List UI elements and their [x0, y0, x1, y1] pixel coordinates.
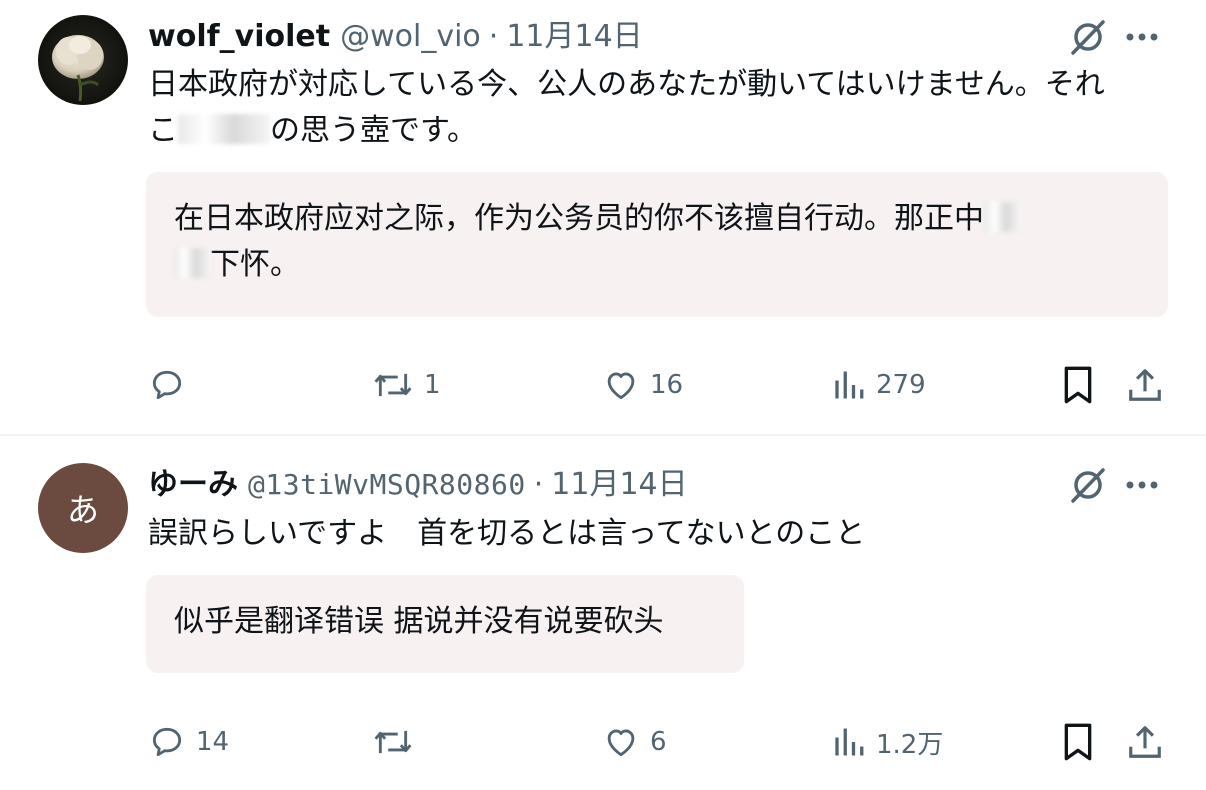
post-text-fragment: こ — [148, 113, 178, 148]
like-count: 6 — [650, 727, 667, 757]
post-header: wolf_violet @wol_vio · 11月14日 — [148, 15, 643, 59]
separator: · — [533, 467, 544, 502]
translation-line: 下怀。 — [174, 242, 1140, 288]
redacted-text — [174, 248, 210, 278]
post-header: ゆーみ @13tiWvMSQR80860 · 11月14日 — [148, 463, 688, 507]
post-date[interactable]: 11月14日 — [506, 15, 642, 59]
repost-icon — [374, 373, 412, 397]
heart-icon — [607, 729, 635, 757]
post: wolf_violet @wol_vio · 11月14日 日本政府が対応してい… — [0, 0, 1206, 435]
more-icon[interactable] — [1120, 15, 1164, 59]
repost-icon — [374, 730, 412, 754]
grok-icon[interactable] — [1064, 15, 1112, 59]
reply-icon — [152, 370, 182, 400]
share-icon — [1129, 369, 1161, 401]
bookmark-button[interactable] — [1060, 717, 1096, 767]
user-handle[interactable]: @wol_vio — [340, 15, 481, 59]
post-text: 日本政府が対応している今、公人のあなたが動いてはいけません。それ こ の思う壺です… — [148, 62, 1178, 154]
separator: · — [488, 19, 499, 54]
action-bar: 1 16 279 — [0, 360, 1206, 410]
view-count: 279 — [876, 370, 926, 400]
repost-button[interactable] — [372, 717, 424, 767]
display-name[interactable]: wolf_violet — [148, 15, 330, 59]
translation-box: 在日本政府应对之际，作为公务员的你不该擅自行动。那正中 下怀。 — [146, 172, 1168, 317]
heart-icon — [607, 372, 635, 400]
redacted-text — [984, 202, 1020, 232]
reply-count: 14 — [196, 727, 230, 757]
share-button[interactable] — [1126, 717, 1164, 767]
translation-fragment: 下怀。 — [210, 247, 300, 282]
bar-chart-icon — [835, 371, 864, 399]
post-text-line: こ の思う壺です。 — [148, 108, 1178, 154]
reply-button[interactable]: 14 — [148, 717, 229, 767]
translation-box: 似乎是翻译错误 据说并没有说要砍头 — [146, 575, 744, 673]
share-button[interactable] — [1126, 360, 1164, 410]
translation-line: 在日本政府应对之际，作为公务员的你不该擅自行动。那正中 — [174, 196, 1140, 242]
views-button[interactable]: 279 — [832, 360, 926, 410]
reply-button[interactable] — [148, 360, 196, 410]
bookmark-icon — [1064, 366, 1092, 404]
share-icon — [1129, 726, 1161, 758]
bookmark-button[interactable] — [1060, 360, 1096, 410]
repost-button[interactable]: 1 — [372, 360, 441, 410]
display-name[interactable]: ゆーみ — [148, 463, 238, 507]
bar-chart-icon — [835, 728, 864, 756]
action-bar: 14 6 1.2万 — [0, 717, 1206, 767]
grok-icon[interactable] — [1064, 463, 1112, 507]
rose-photo — [38, 15, 128, 105]
redacted-text — [178, 114, 270, 144]
post-text-line: 日本政府が対応している今、公人のあなたが動いてはいけません。それ — [148, 67, 1105, 102]
user-handle[interactable]: @13tiWvMSQR80860 — [248, 463, 526, 507]
post-date[interactable]: 11月14日 — [551, 463, 687, 507]
post-text: 誤訳らしいですよ 首を切るとは言ってないとのこと — [148, 516, 866, 551]
post-text-fragment: の思う壺です。 — [270, 113, 477, 148]
bookmark-icon — [1064, 723, 1092, 761]
translation-fragment: 在日本政府应对之际，作为公务员的你不该擅自行动。那正中 — [174, 201, 984, 236]
repost-count: 1 — [424, 370, 441, 400]
views-button[interactable]: 1.2万 — [832, 717, 943, 767]
like-button[interactable]: 6 — [602, 717, 667, 767]
more-icon[interactable] — [1120, 463, 1164, 507]
reply-icon — [152, 727, 182, 757]
like-button[interactable]: 16 — [602, 360, 683, 410]
avatar-letter: あ — [66, 491, 99, 529]
avatar[interactable] — [38, 15, 128, 105]
divider — [0, 434, 1206, 436]
avatar[interactable]: あ — [38, 463, 128, 553]
like-count: 16 — [650, 370, 684, 400]
post: あ ゆーみ @13tiWvMSQR80860 · 11月14日 誤訳らしいですよ… — [0, 437, 1206, 790]
view-count: 1.2万 — [876, 729, 944, 760]
